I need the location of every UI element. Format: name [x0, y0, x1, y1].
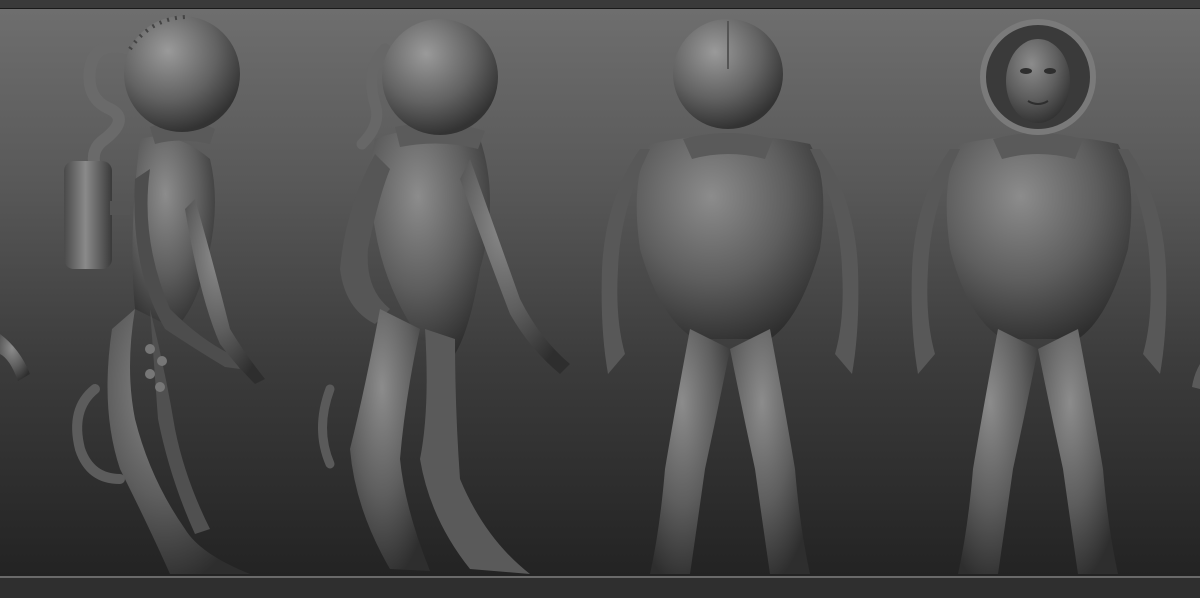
sculpt-render [0, 15, 1200, 574]
viewport-bottom-border [0, 576, 1200, 598]
figure-partial-right [1192, 364, 1200, 389]
figure-three-quarter [318, 19, 570, 574]
figure-partial-left [0, 334, 30, 381]
render-viewport [0, 9, 1200, 576]
figure-front-clear-helmet [911, 19, 1167, 574]
viewport-top-border [0, 0, 1200, 9]
figure-front-opaque-helmet [601, 19, 859, 574]
figure-side-profile [64, 15, 265, 574]
